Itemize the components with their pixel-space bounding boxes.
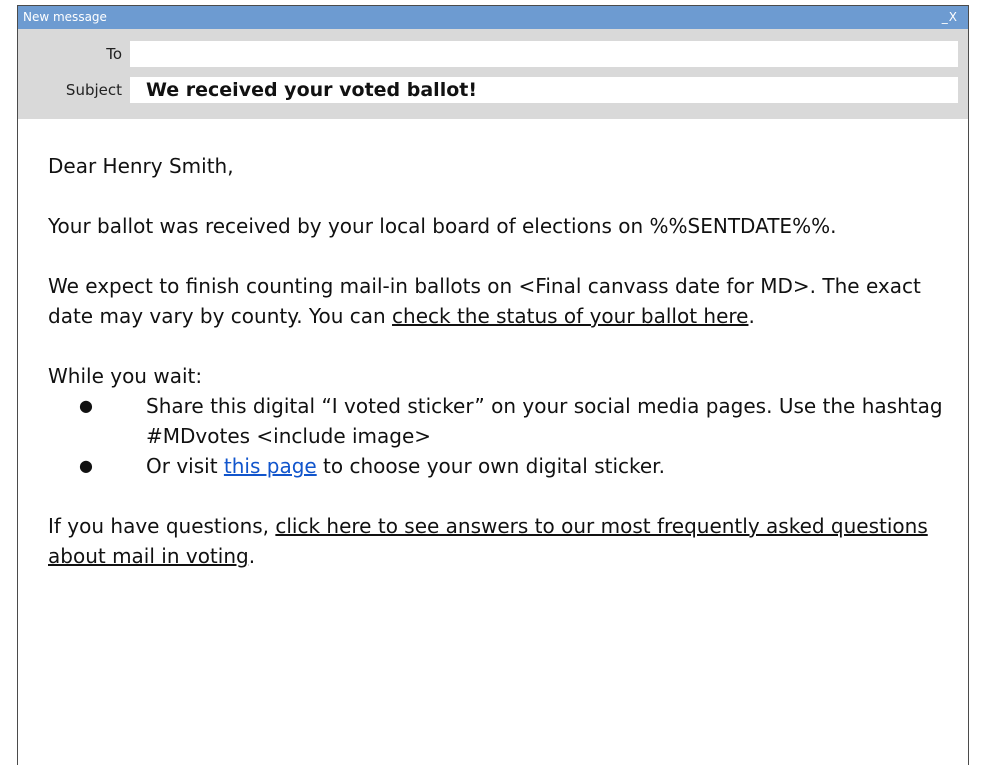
window-controls: _X xyxy=(942,6,958,29)
subject-row: Subject We received your voted ballot! xyxy=(18,77,968,103)
subject-field[interactable]: We received your voted ballot! xyxy=(130,77,958,103)
wait-list: ● Share this digital “I voted sticker” o… xyxy=(48,391,956,481)
list-item: ● Or visit this page to choose your own … xyxy=(48,451,956,481)
to-row: To xyxy=(18,41,968,67)
bullet-icon: ● xyxy=(79,456,93,475)
questions-text: If you have questions, xyxy=(48,514,276,538)
bullet-text-sticker: Share this digital “I voted sticker” on … xyxy=(146,394,943,448)
message-body[interactable]: Dear Henry Smith, Your ballot was receiv… xyxy=(18,119,968,571)
counting-end: . xyxy=(748,304,755,328)
received-paragraph: Your ballot was received by your local b… xyxy=(48,214,837,238)
counting-paragraph: We expect to finish counting mail-in bal… xyxy=(48,271,956,331)
message-header: To Subject We received your voted ballot… xyxy=(18,29,968,119)
wait-heading: While you wait: xyxy=(48,364,203,388)
to-label: To xyxy=(106,45,122,63)
list-item: ● Share this digital “I voted sticker” o… xyxy=(48,391,956,451)
title-bar: New message _X xyxy=(18,6,968,29)
check-status-link[interactable]: check the status of your ballot here xyxy=(392,304,748,328)
minimize-button[interactable]: _ xyxy=(942,10,949,24)
to-field[interactable] xyxy=(130,41,958,67)
window-title: New message xyxy=(23,10,107,24)
compose-window: New message _X To Subject We received yo… xyxy=(17,5,969,765)
close-button[interactable]: X xyxy=(949,10,958,24)
bullet-text-visit-end: to choose your own digital sticker. xyxy=(316,454,665,478)
subject-label: Subject xyxy=(65,81,122,99)
bullet-text-visit: Or visit xyxy=(146,454,224,478)
bullet-icon: ● xyxy=(79,396,93,415)
this-page-link[interactable]: this page xyxy=(224,454,317,478)
greeting: Dear Henry Smith, xyxy=(48,154,234,178)
questions-paragraph: If you have questions, click here to see… xyxy=(48,511,956,571)
questions-end: . xyxy=(248,544,256,568)
